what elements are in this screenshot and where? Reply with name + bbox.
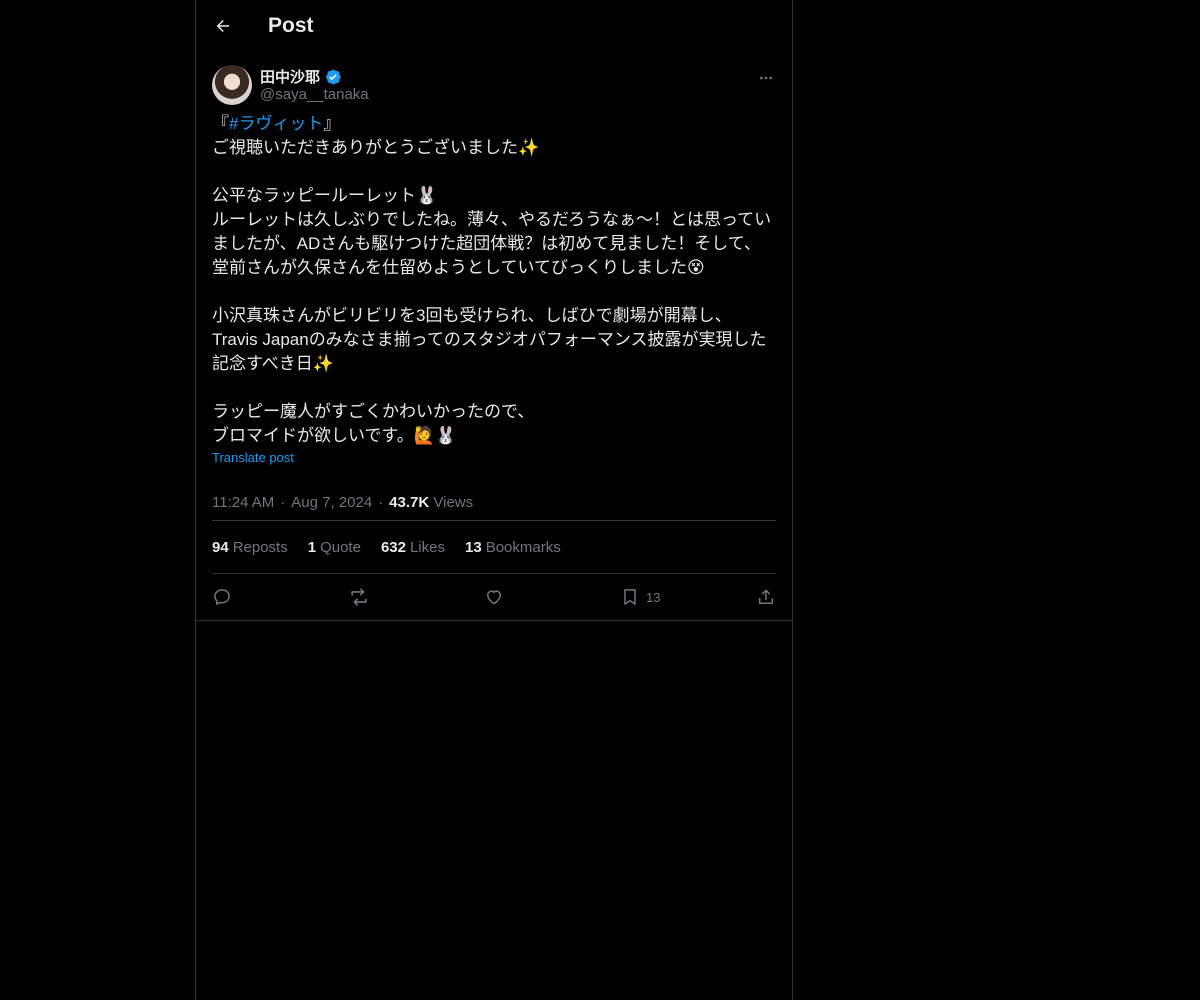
reposts-count: 94 bbox=[212, 538, 229, 556]
quotes-stat[interactable]: 1 Quote bbox=[308, 539, 361, 556]
reply-icon bbox=[212, 587, 232, 607]
views-count: 43.7K bbox=[389, 493, 430, 511]
page-title: Post bbox=[268, 14, 314, 37]
back-button[interactable] bbox=[212, 15, 234, 37]
arrow-left-icon bbox=[214, 17, 232, 35]
meta-separator: · bbox=[378, 493, 384, 511]
views-label: Views bbox=[433, 493, 474, 511]
engagement-stats: 94 Reposts 1 Quote 632 Likes 13 Bookmarks bbox=[196, 521, 792, 573]
bookmark-button[interactable]: 13 bbox=[620, 587, 684, 607]
repost-button[interactable] bbox=[348, 586, 412, 608]
post-date[interactable]: Aug 7, 2024 bbox=[291, 494, 372, 511]
avatar[interactable] bbox=[212, 65, 252, 105]
author-name[interactable]: 田中沙耶 bbox=[260, 66, 320, 87]
reply-button[interactable] bbox=[212, 587, 276, 607]
likes-stat[interactable]: 632 Likes bbox=[381, 539, 445, 556]
likes-label: Likes bbox=[409, 538, 445, 556]
post-meta: 11:24 AM · Aug 7, 2024 · 43.7K Views bbox=[196, 484, 792, 520]
reposts-stat[interactable]: 94 Reposts bbox=[212, 539, 288, 556]
post-time[interactable]: 11:24 AM bbox=[212, 494, 274, 511]
bookmark-icon bbox=[620, 587, 640, 607]
like-button[interactable] bbox=[484, 587, 548, 607]
share-button[interactable] bbox=[756, 587, 776, 607]
post-text: 『#ラヴィット』 ご視聴いただきありがとうございました✨ 公平なラッピールーレッ… bbox=[196, 112, 792, 448]
bookmarks-stat[interactable]: 13 Bookmarks bbox=[465, 539, 561, 556]
meta-separator: · bbox=[280, 493, 286, 511]
divider bbox=[196, 620, 792, 621]
verified-badge-icon bbox=[324, 68, 342, 86]
action-bar: 13 bbox=[196, 574, 792, 620]
repost-icon bbox=[348, 586, 370, 608]
reposts-label: Reposts bbox=[232, 538, 288, 556]
author-name-row[interactable]: 田中沙耶 bbox=[260, 66, 342, 87]
ellipsis-icon bbox=[758, 70, 774, 86]
header: Post bbox=[196, 0, 792, 54]
author-handle[interactable]: @saya__tanaka bbox=[260, 86, 369, 103]
likes-count: 632 bbox=[380, 538, 406, 556]
translate-post-link[interactable]: Translate post bbox=[196, 448, 792, 468]
bookmarks-label: Bookmarks bbox=[485, 538, 561, 556]
post-text-body: ご視聴いただきありがとうございました✨ 公平なラッピールーレット🐰 ルーレットは… bbox=[212, 138, 772, 445]
bookmark-count: 13 bbox=[646, 589, 661, 605]
share-icon bbox=[756, 587, 776, 607]
quotes-count: 1 bbox=[307, 538, 317, 556]
post-column: Post 田中沙耶 @saya__tanaka 『#ラヴィット』 ご視聴いただき… bbox=[195, 0, 793, 1000]
quotes-label: Quote bbox=[320, 538, 361, 556]
heart-icon bbox=[484, 587, 504, 607]
bookmarks-count: 13 bbox=[465, 538, 482, 556]
more-options-button[interactable] bbox=[756, 68, 776, 88]
author-row: 田中沙耶 @saya__tanaka bbox=[196, 64, 792, 120]
